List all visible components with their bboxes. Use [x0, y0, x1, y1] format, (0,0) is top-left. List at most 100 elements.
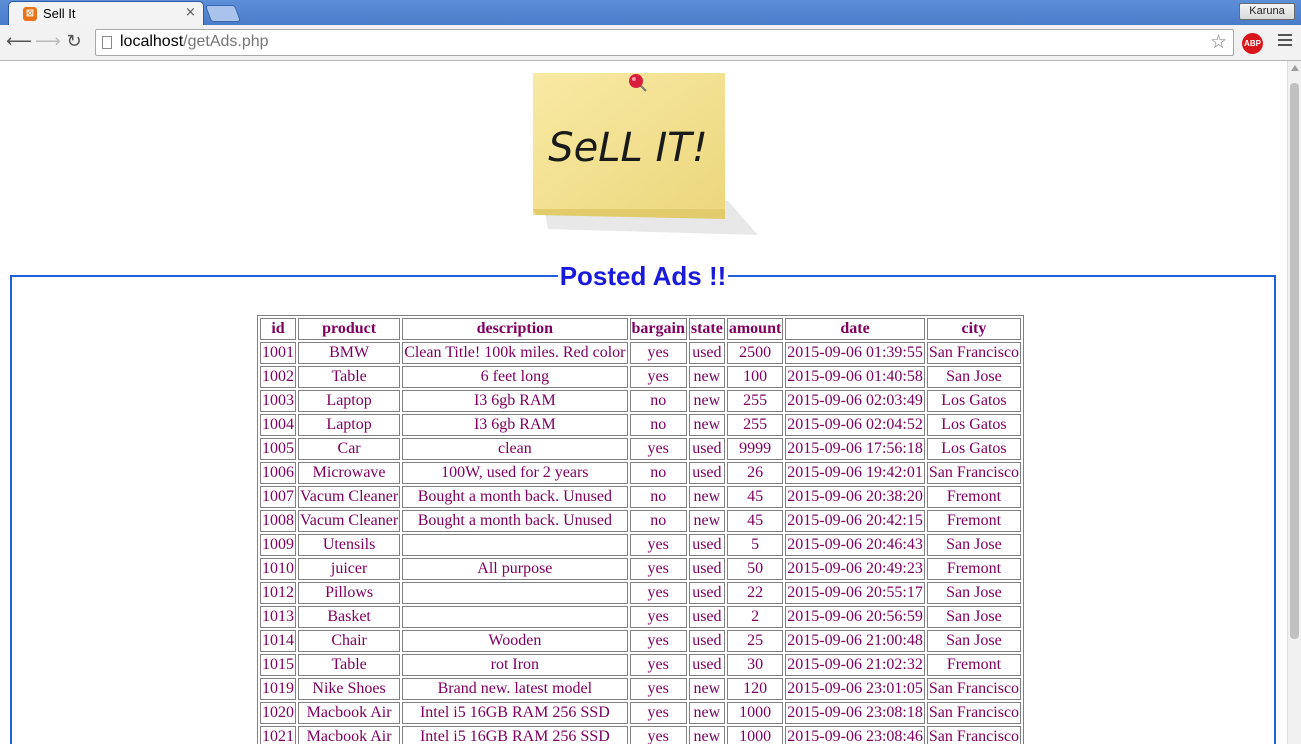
cell-amount: 255: [726, 414, 784, 436]
profile-button[interactable]: Karuna: [1239, 3, 1295, 20]
forward-arrow-icon[interactable]: ⟶: [35, 32, 61, 52]
scroll-up-icon[interactable]: [1291, 65, 1299, 71]
cell-city: Fremont: [926, 558, 1022, 580]
cell-product: Car: [298, 438, 401, 460]
cell-description: 100W, used for 2 years: [402, 462, 628, 484]
cell-city: San Jose: [926, 366, 1022, 388]
cell-product: Table: [298, 654, 401, 676]
table-row: 1019 Nike Shoes Brand new. latest model yes…: [260, 678, 1022, 700]
table-row: 1021 Macbook Air Intel i5 16GB RAM 256 SSD…: [260, 726, 1022, 744]
table-row: 1002 Table 6 feet long yes new 100 2015-09-06 …: [260, 366, 1022, 388]
cell-id: 1006: [260, 462, 296, 484]
cell-bargain: yes: [629, 534, 687, 556]
cell-amount: 9999: [726, 438, 784, 460]
reload-icon[interactable]: ↻: [64, 32, 84, 52]
cell-description: Clean Title! 100k miles. Red color: [402, 342, 628, 364]
cell-description: [402, 606, 628, 628]
cell-amount: 30: [726, 654, 784, 676]
cell-id: 1015: [260, 654, 296, 676]
url-text: localhost/getAds.php: [120, 33, 269, 51]
cell-product: Nike Shoes: [298, 678, 401, 700]
cell-amount: 100: [726, 366, 784, 388]
cell-amount: 45: [726, 486, 784, 508]
url-host: localhost: [120, 33, 184, 50]
cell-city: Los Gatos: [926, 414, 1022, 436]
cell-date: 2015-09-06 02:04:52: [785, 414, 925, 436]
adblock-plus-icon[interactable]: ABP: [1242, 33, 1263, 54]
scroll-thumb[interactable]: [1290, 83, 1299, 639]
tab-close-icon[interactable]: ×: [185, 5, 196, 20]
cell-city: Fremont: [926, 654, 1022, 676]
cell-product: Macbook Air: [298, 702, 401, 724]
sell-it-logo: SeLL IT!: [533, 73, 758, 235]
bookmark-star-icon[interactable]: ☆: [1210, 31, 1227, 53]
cell-state: used: [688, 606, 725, 628]
cell-amount: 255: [726, 390, 784, 412]
table-row: 1012 Pillows yes used 22 2015-09-06 20:55:17 S…: [260, 582, 1022, 604]
cell-id: 1007: [260, 486, 296, 508]
chrome-menu-icon[interactable]: [1278, 34, 1292, 49]
table-row: 1010 juicer All purpose yes used 50 2015-09-06…: [260, 558, 1022, 580]
cell-state: used: [688, 462, 725, 484]
cell-id: 1020: [260, 702, 296, 724]
cell-city: San Francisco: [926, 702, 1022, 724]
cell-id: 1009: [260, 534, 296, 556]
browser-toolbar: ⟵ ⟶ ↻ localhost/getAds.php ☆ ABP: [0, 25, 1301, 61]
cell-description: Intel i5 16GB RAM 256 SSD: [402, 702, 628, 724]
cell-bargain: yes: [629, 342, 687, 364]
cell-description: Bought a month back. Unused: [402, 510, 628, 532]
cell-bargain: yes: [629, 366, 687, 388]
cell-state: new: [688, 510, 725, 532]
new-tab-button[interactable]: [204, 5, 242, 22]
column-header-state: state: [688, 318, 725, 340]
cell-description: Bought a month back. Unused: [402, 486, 628, 508]
cell-amount: 45: [726, 510, 784, 532]
cell-id: 1013: [260, 606, 296, 628]
cell-state: new: [688, 390, 725, 412]
cell-product: BMW: [298, 342, 401, 364]
table-row: 1003 Laptop I3 6gb RAM no new 255 2015-09-06 0…: [260, 390, 1022, 412]
cell-date: 2015-09-06 01:40:58: [785, 366, 925, 388]
cell-bargain: no: [629, 390, 687, 412]
cell-state: new: [688, 726, 725, 744]
cell-date: 2015-09-06 20:38:20: [785, 486, 925, 508]
cell-date: 2015-09-06 20:42:15: [785, 510, 925, 532]
cell-date: 2015-09-06 23:08:18: [785, 702, 925, 724]
cell-description: All purpose: [402, 558, 628, 580]
cell-description: I3 6gb RAM: [402, 390, 628, 412]
cell-date: 2015-09-06 02:03:49: [785, 390, 925, 412]
cell-state: used: [688, 558, 725, 580]
vertical-scrollbar[interactable]: [1287, 61, 1301, 744]
cell-bargain: yes: [629, 702, 687, 724]
cell-city: Fremont: [926, 510, 1022, 532]
cell-state: new: [688, 702, 725, 724]
column-header-product: product: [298, 318, 401, 340]
cell-description: I3 6gb RAM: [402, 414, 628, 436]
cell-bargain: no: [629, 486, 687, 508]
cell-date: 2015-09-06 20:56:59: [785, 606, 925, 628]
page-viewport: SeLL IT! Posted Ads !! id product descript…: [0, 61, 1287, 744]
cell-id: 1002: [260, 366, 296, 388]
back-arrow-icon[interactable]: ⟵: [6, 32, 32, 52]
cell-city: Fremont: [926, 486, 1022, 508]
cell-product: Vacum Cleaner: [298, 486, 401, 508]
cell-city: San Jose: [926, 582, 1022, 604]
table-row: 1006 Microwave 100W, used for 2 years no use…: [260, 462, 1022, 484]
address-bar[interactable]: localhost/getAds.php ☆: [95, 29, 1234, 56]
tab-strip: ⊠ Sell It × Karuna: [0, 0, 1301, 25]
cell-id: 1019: [260, 678, 296, 700]
tab-title: Sell It: [43, 6, 76, 21]
tab-sell-it[interactable]: ⊠ Sell It ×: [8, 1, 204, 25]
cell-id: 1010: [260, 558, 296, 580]
cell-amount: 1000: [726, 726, 784, 744]
cell-description: clean: [402, 438, 628, 460]
cell-bargain: yes: [629, 654, 687, 676]
column-header-id: id: [260, 318, 296, 340]
cell-date: 2015-09-06 21:00:48: [785, 630, 925, 652]
cell-amount: 2500: [726, 342, 784, 364]
cell-amount: 25: [726, 630, 784, 652]
table-row: 1009 Utensils yes used 5 2015-09-06 20:46:43 S…: [260, 534, 1022, 556]
cell-state: new: [688, 366, 725, 388]
table-header-row: id product description bargain state amount da…: [260, 318, 1022, 340]
cell-city: San Jose: [926, 606, 1022, 628]
